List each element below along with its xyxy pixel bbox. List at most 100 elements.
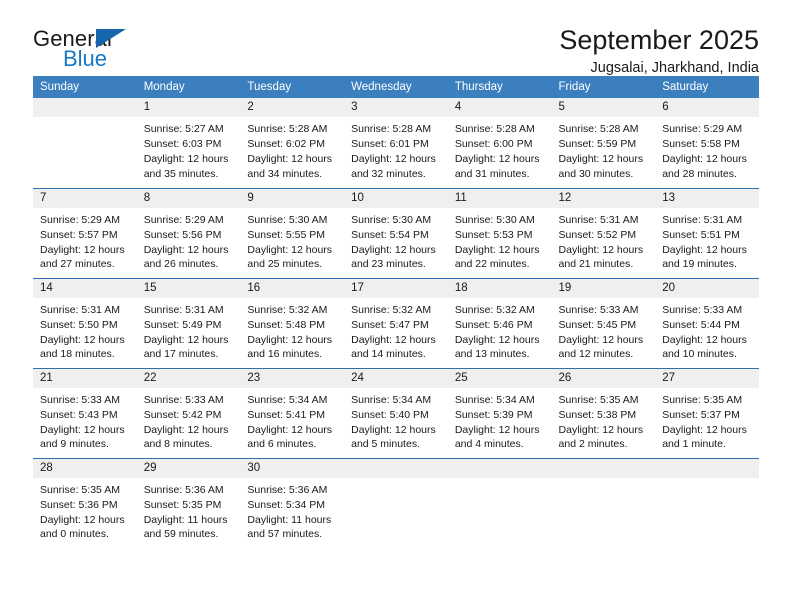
calendar-day-cell[interactable]: 23 Sunrise: 5:34 AM Sunset: 5:41 PM Dayligh…	[240, 367, 345, 458]
sunset-time: Sunset: 5:43 PM	[40, 408, 118, 421]
sunset-time: Sunset: 5:52 PM	[558, 228, 637, 241]
calendar-day-cell[interactable]: 1 Sunrise: 5:27 AM Sunset: 6:03 PM Daylight…	[136, 98, 241, 188]
sunrise-time: Sunrise: 5:28 AM	[454, 123, 535, 136]
calendar-day-cell-empty	[33, 98, 137, 188]
calendar-day-cell[interactable]: 6 Sunrise: 5:29 AM Sunset: 5:58 PM Daylight…	[655, 98, 759, 188]
sunset-time: Sunset: 5:38 PM	[558, 408, 637, 421]
page-subtitle: Jugsalai, Jharkhand, India	[590, 60, 759, 77]
day-details: Sunrise: 5:29 AM Sunset: 5:58 PM Daylight:…	[655, 117, 759, 182]
day-number	[33, 98, 137, 118]
daylight-duration-line2: and 35 minutes.	[143, 167, 219, 180]
calendar-day-cell[interactable]: 14 Sunrise: 5:31 AM Sunset: 5:50 PM Dayligh…	[33, 277, 137, 368]
day-number: 2	[240, 98, 345, 118]
daylight-duration-line1: Daylight: 12 hours	[558, 153, 644, 166]
calendar-day-cell[interactable]: 17 Sunrise: 5:32 AM Sunset: 5:47 PM Dayligh…	[344, 277, 448, 368]
weekday-header-friday: Friday	[551, 76, 656, 98]
sunset-time: Sunset: 5:45 PM	[558, 318, 637, 331]
day-number: 28	[33, 458, 137, 478]
calendar-day-cell[interactable]: 20 Sunrise: 5:33 AM Sunset: 5:44 PM Dayligh…	[655, 277, 759, 368]
day-number: 22	[136, 368, 241, 388]
sunset-time: Sunset: 5:54 PM	[351, 228, 429, 241]
sunset-time: Sunset: 5:37 PM	[662, 408, 740, 421]
daylight-duration-line2: and 26 minutes.	[143, 258, 219, 271]
sunset-time: Sunset: 5:47 PM	[351, 318, 429, 331]
sunrise-time: Sunrise: 5:31 AM	[662, 213, 743, 226]
daylight-duration-line1: Daylight: 12 hours	[454, 153, 540, 166]
calendar-day-cell[interactable]: 7 Sunrise: 5:29 AM Sunset: 5:57 PM Daylight…	[33, 187, 137, 278]
calendar-day-cell[interactable]: 12 Sunrise: 5:31 AM Sunset: 5:52 PM Dayligh…	[551, 187, 656, 278]
sunrise-time: Sunrise: 5:29 AM	[662, 123, 743, 136]
daylight-duration-line2: and 31 minutes.	[454, 167, 530, 180]
daylight-duration-line2: and 28 minutes.	[662, 167, 737, 180]
sunrise-time: Sunrise: 5:31 AM	[558, 213, 639, 226]
sunrise-time: Sunrise: 5:36 AM	[247, 483, 328, 496]
daylight-duration-line1: Daylight: 12 hours	[40, 423, 125, 436]
daylight-duration-line1: Daylight: 12 hours	[40, 513, 125, 526]
calendar-day-cell[interactable]: 30 Sunrise: 5:36 AM Sunset: 5:34 PM Dayligh…	[240, 457, 345, 548]
calendar-day-cell[interactable]: 21 Sunrise: 5:33 AM Sunset: 5:43 PM Dayligh…	[33, 367, 137, 458]
sunset-time: Sunset: 6:00 PM	[454, 138, 533, 151]
day-details: Sunrise: 5:32 AM Sunset: 5:48 PM Daylight:…	[240, 298, 344, 363]
daylight-duration-line2: and 2 minutes.	[558, 438, 628, 451]
day-details: Sunrise: 5:31 AM Sunset: 5:51 PM Daylight:…	[655, 208, 759, 273]
calendar-day-cell[interactable]: 9 Sunrise: 5:30 AM Sunset: 5:55 PM Daylight…	[240, 187, 345, 278]
calendar-day-cell[interactable]: 28 Sunrise: 5:35 AM Sunset: 5:36 PM Dayligh…	[33, 457, 137, 548]
sunrise-time: Sunrise: 5:28 AM	[558, 123, 639, 136]
calendar-day-cell[interactable]: 18 Sunrise: 5:32 AM Sunset: 5:46 PM Dayligh…	[447, 277, 552, 368]
sunset-time: Sunset: 6:02 PM	[247, 138, 326, 151]
daylight-duration-line1: Daylight: 12 hours	[662, 153, 747, 166]
calendar-day-cell[interactable]: 11 Sunrise: 5:30 AM Sunset: 5:53 PM Dayligh…	[447, 187, 552, 278]
calendar-day-cell[interactable]: 4 Sunrise: 5:28 AM Sunset: 6:00 PM Daylight…	[447, 98, 552, 188]
calendar-day-cell[interactable]: 10 Sunrise: 5:30 AM Sunset: 5:54 PM Dayligh…	[344, 187, 448, 278]
day-details: Sunrise: 5:29 AM Sunset: 5:56 PM Daylight:…	[137, 208, 241, 273]
day-details: Sunrise: 5:31 AM Sunset: 5:49 PM Daylight:…	[137, 298, 241, 363]
day-number: 24	[344, 368, 448, 388]
general-blue-logo[interactable]: General Blue	[33, 26, 163, 74]
calendar-day-cell-empty	[551, 457, 656, 548]
day-details: Sunrise: 5:34 AM Sunset: 5:39 PM Daylight:…	[448, 388, 552, 453]
calendar-day-cell[interactable]: 25 Sunrise: 5:34 AM Sunset: 5:39 PM Dayligh…	[447, 367, 552, 458]
calendar-day-cell[interactable]: 13 Sunrise: 5:31 AM Sunset: 5:51 PM Dayligh…	[655, 187, 759, 278]
day-number: 15	[136, 278, 241, 298]
calendar-day-cell[interactable]: 8 Sunrise: 5:29 AM Sunset: 5:56 PM Daylight…	[136, 187, 241, 278]
calendar-day-cell[interactable]: 19 Sunrise: 5:33 AM Sunset: 5:45 PM Dayligh…	[551, 277, 656, 368]
calendar-day-cell[interactable]: 29 Sunrise: 5:36 AM Sunset: 5:35 PM Dayligh…	[136, 457, 241, 548]
calendar-day-cell[interactable]: 22 Sunrise: 5:33 AM Sunset: 5:42 PM Dayligh…	[136, 367, 241, 458]
sunset-time: Sunset: 5:40 PM	[351, 408, 429, 421]
sunset-time: Sunset: 5:34 PM	[247, 498, 326, 511]
calendar-day-cell[interactable]: 5 Sunrise: 5:28 AM Sunset: 5:59 PM Daylight…	[551, 98, 656, 188]
calendar-day-cell[interactable]: 27 Sunrise: 5:35 AM Sunset: 5:37 PM Dayligh…	[655, 367, 759, 458]
sunrise-time: Sunrise: 5:29 AM	[143, 213, 224, 226]
daylight-duration-line1: Daylight: 12 hours	[351, 333, 436, 346]
daylight-duration-line1: Daylight: 12 hours	[662, 423, 747, 436]
sunrise-time: Sunrise: 5:35 AM	[662, 393, 743, 406]
weekday-header-sunday: Sunday	[33, 76, 137, 98]
calendar-day-cell[interactable]: 2 Sunrise: 5:28 AM Sunset: 6:02 PM Daylight…	[240, 98, 345, 188]
daylight-duration-line2: and 0 minutes.	[40, 528, 109, 541]
sunset-time: Sunset: 5:59 PM	[558, 138, 637, 151]
calendar-day-cell[interactable]: 16 Sunrise: 5:32 AM Sunset: 5:48 PM Dayligh…	[240, 277, 345, 368]
day-details: Sunrise: 5:32 AM Sunset: 5:47 PM Daylight:…	[344, 298, 448, 363]
calendar-body: 1 Sunrise: 5:27 AM Sunset: 6:03 PM Daylight…	[33, 98, 759, 548]
daylight-duration-line1: Daylight: 12 hours	[454, 333, 540, 346]
calendar-day-cell[interactable]: 26 Sunrise: 5:35 AM Sunset: 5:38 PM Dayligh…	[551, 367, 656, 458]
sunrise-time: Sunrise: 5:28 AM	[247, 123, 328, 136]
sunrise-time: Sunrise: 5:36 AM	[143, 483, 224, 496]
sunset-time: Sunset: 5:42 PM	[143, 408, 222, 421]
day-number: 11	[447, 188, 552, 208]
calendar-day-cell[interactable]: 3 Sunrise: 5:28 AM Sunset: 6:01 PM Daylight…	[344, 98, 448, 188]
day-number: 10	[344, 188, 448, 208]
sunset-time: Sunset: 5:57 PM	[40, 228, 118, 241]
daylight-duration-line1: Daylight: 12 hours	[143, 333, 229, 346]
calendar-day-cell[interactable]: 24 Sunrise: 5:34 AM Sunset: 5:40 PM Dayligh…	[344, 367, 448, 458]
daylight-duration-line2: and 1 minute.	[662, 438, 726, 451]
daylight-duration-line2: and 22 minutes.	[454, 258, 530, 271]
daylight-duration-line1: Daylight: 12 hours	[558, 333, 644, 346]
day-details: Sunrise: 5:29 AM Sunset: 5:57 PM Daylight:…	[33, 208, 137, 273]
calendar-day-cell[interactable]: 15 Sunrise: 5:31 AM Sunset: 5:49 PM Dayligh…	[136, 277, 241, 368]
daylight-duration-line1: Daylight: 12 hours	[40, 333, 125, 346]
sunrise-time: Sunrise: 5:34 AM	[247, 393, 328, 406]
day-number	[447, 458, 552, 478]
day-details: Sunrise: 5:30 AM Sunset: 5:53 PM Daylight:…	[448, 208, 552, 273]
sunrise-time: Sunrise: 5:33 AM	[143, 393, 224, 406]
